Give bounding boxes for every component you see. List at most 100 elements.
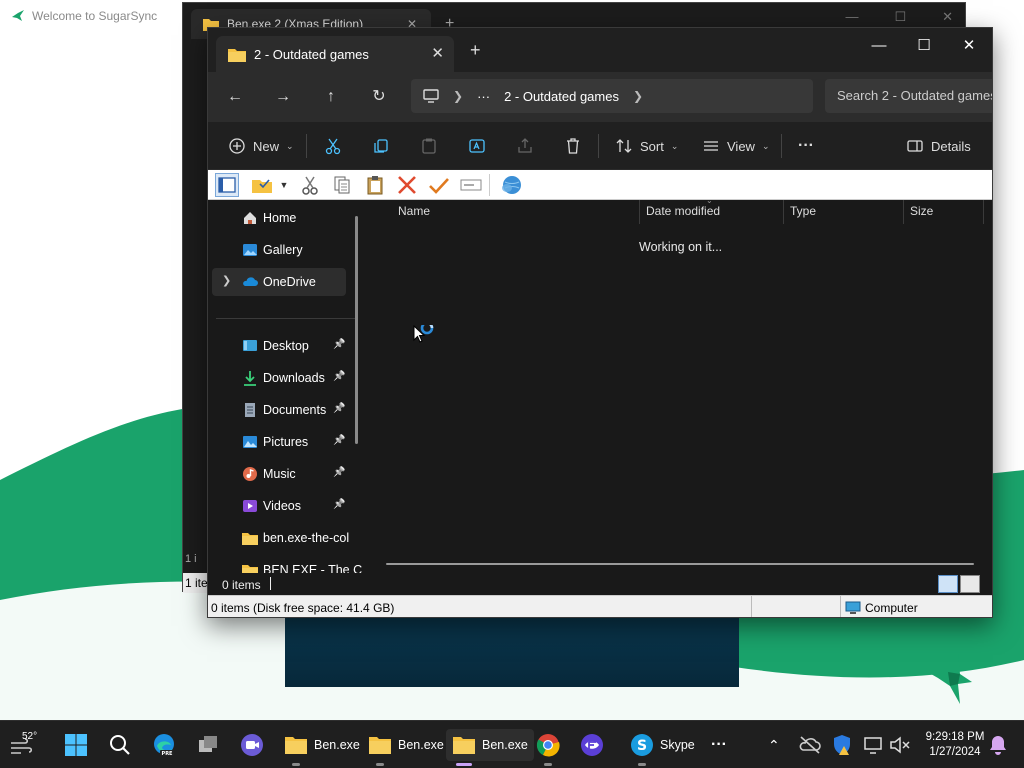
plus-circle-icon (229, 138, 245, 154)
column-divider[interactable] (983, 200, 984, 224)
taskbar-app-2[interactable]: Ben.exe (368, 729, 444, 761)
sort-button[interactable]: Sort ⌄ (615, 134, 678, 158)
tray-overflow-chevron-icon[interactable]: ⌃ (768, 729, 780, 761)
scissors-icon (302, 176, 318, 195)
folder-icon (453, 737, 475, 754)
sidebar-item-ben-exe-the-col[interactable]: ben.exe-the-col (212, 524, 349, 552)
toolbar-divider (598, 134, 599, 158)
network-tray-button[interactable] (862, 729, 886, 761)
column-type[interactable]: Type (790, 204, 816, 222)
bell-icon (990, 736, 1006, 755)
view-label: View (727, 138, 755, 154)
share-icon (518, 138, 532, 153)
delete-button[interactable] (564, 134, 582, 158)
column-divider[interactable] (783, 200, 784, 224)
minimize-button[interactable]: — (859, 34, 899, 58)
breadcrumb-ellipsis[interactable]: ··· (477, 89, 490, 104)
sidebar-item-gallery[interactable]: Gallery (212, 236, 346, 264)
column-divider[interactable] (903, 200, 904, 224)
background-close-button[interactable]: ✕ (942, 9, 953, 25)
sidebar-item-videos[interactable]: Videos 📌 (212, 492, 346, 520)
up-arrow-icon[interactable]: ↑ (317, 84, 345, 110)
classic-cut-button[interactable] (298, 173, 322, 197)
classic-copy-button[interactable] (330, 173, 354, 197)
new-button[interactable]: New ⌄ (228, 134, 294, 158)
chevron-right-icon[interactable]: ❯ (222, 274, 231, 287)
notifications-button[interactable] (986, 729, 1010, 761)
sidebar-item-documents[interactable]: Documents 📌 (212, 396, 346, 424)
chevron-down-icon: ⌄ (670, 140, 679, 151)
sidebar-item-music[interactable]: Music 📌 (212, 460, 346, 488)
breadcrumb[interactable]: ❯ ··· 2 - Outdated games ❯ (411, 79, 813, 113)
background-window-controls: — ☐ ✕ (845, 9, 953, 25)
background-minimize-button[interactable]: — (845, 9, 858, 25)
sidebar-item-downloads[interactable]: Downloads 📌 (212, 364, 346, 392)
navigation-pane-toggle[interactable] (215, 173, 239, 197)
folder-options-button[interactable] (250, 173, 274, 197)
sidebar-item-ben-exe-the-c[interactable]: BEN EXE - The C (212, 556, 362, 573)
classic-paste-button[interactable] (363, 173, 387, 197)
breadcrumb-current[interactable]: 2 - Outdated games (504, 89, 619, 104)
taskbar-more-button[interactable]: ··· (711, 729, 727, 761)
meet-button[interactable] (240, 729, 264, 761)
chevron-down-icon: ⌄ (286, 140, 294, 151)
taskbar-app-3-label: Ben.exe (482, 738, 528, 752)
security-tray-button[interactable] (830, 729, 854, 761)
more-options-button[interactable]: ··· (798, 134, 814, 158)
column-size[interactable]: Size (910, 204, 933, 222)
classic-properties-button[interactable] (427, 173, 451, 197)
chrome-button[interactable] (536, 729, 560, 761)
column-date-modified[interactable]: Date modified (646, 204, 720, 222)
details-button[interactable]: Details (906, 134, 971, 158)
tiles-view-toggle[interactable] (960, 575, 980, 593)
volume-tray-button[interactable] (888, 729, 912, 761)
tab-outdated-games[interactable]: 2 - Outdated games ✕ (216, 36, 454, 72)
tab-close-icon[interactable]: ✕ (431, 44, 444, 62)
maximize-button[interactable]: ☐ (904, 34, 944, 58)
sidebar-item-home[interactable]: Home (212, 204, 346, 232)
classic-network-button[interactable] (499, 173, 523, 197)
sidebar-item-pictures[interactable]: Pictures 📌 (212, 428, 346, 456)
gallery-icon (243, 244, 257, 256)
refresh-icon[interactable]: ↻ (365, 84, 393, 110)
file-explorer-window[interactable]: 2 - Outdated games ✕ + — ☐ ✕ ← → ↑ ↻ ❯ ·… (207, 27, 993, 618)
classic-delete-button[interactable] (395, 173, 419, 197)
horizontal-scrollbar[interactable] (386, 563, 974, 565)
app-f-button[interactable] (580, 729, 604, 761)
chevron-down-icon[interactable]: ▼ (278, 173, 290, 197)
file-list[interactable]: Name ⌄ Date modified Type Size Working o… (366, 196, 992, 573)
taskbar-app-1[interactable]: Ben.exe (284, 729, 360, 761)
classic-rename-button[interactable] (459, 173, 483, 197)
search-button[interactable] (108, 729, 132, 761)
tab-title: 2 - Outdated games (254, 46, 369, 62)
new-tab-button[interactable]: + (470, 40, 481, 61)
back-arrow-icon[interactable]: ← (221, 84, 249, 110)
search-input[interactable]: Search 2 - Outdated games (825, 79, 992, 113)
sidebar-item-onedrive[interactable]: ❯ OneDrive (212, 268, 346, 296)
task-view-button[interactable] (196, 729, 220, 761)
nav-scrollbar[interactable] (355, 216, 358, 444)
view-button[interactable]: View ⌄ (702, 134, 770, 158)
column-name[interactable]: Name (398, 204, 430, 222)
forward-arrow-icon[interactable]: → (269, 84, 297, 110)
taskbar-app-3-active[interactable]: Ben.exe (446, 729, 534, 761)
rename-button[interactable] (468, 134, 486, 158)
background-maximize-button[interactable]: ☐ (894, 9, 906, 25)
cut-button[interactable] (324, 134, 342, 158)
taskbar-app-1-label: Ben.exe (314, 738, 360, 752)
sidebar-item-desktop[interactable]: Desktop 📌 (212, 332, 346, 360)
details-view-toggle[interactable] (938, 575, 958, 593)
onedrive-tray-button[interactable] (798, 729, 822, 761)
close-button[interactable]: ✕ (949, 34, 989, 58)
address-bar: ← → ↑ ↻ ❯ ··· 2 - Outdated games ❯ Searc… (208, 72, 992, 122)
tab-bar: 2 - Outdated games ✕ + — ☐ ✕ (208, 28, 992, 72)
edge-button[interactable]: PRE (152, 729, 176, 761)
system-clock[interactable]: 9:29:18 PM 1/27/2024 (920, 730, 990, 760)
column-divider[interactable] (639, 200, 640, 224)
sort-icon (616, 139, 632, 153)
chevron-right-icon[interactable]: ❯ (633, 89, 643, 103)
start-button[interactable] (64, 729, 88, 761)
taskbar-app-skype[interactable]: S Skype (630, 729, 695, 761)
copy-button[interactable] (372, 134, 390, 158)
background-side-fragment: 1 i (185, 553, 197, 565)
